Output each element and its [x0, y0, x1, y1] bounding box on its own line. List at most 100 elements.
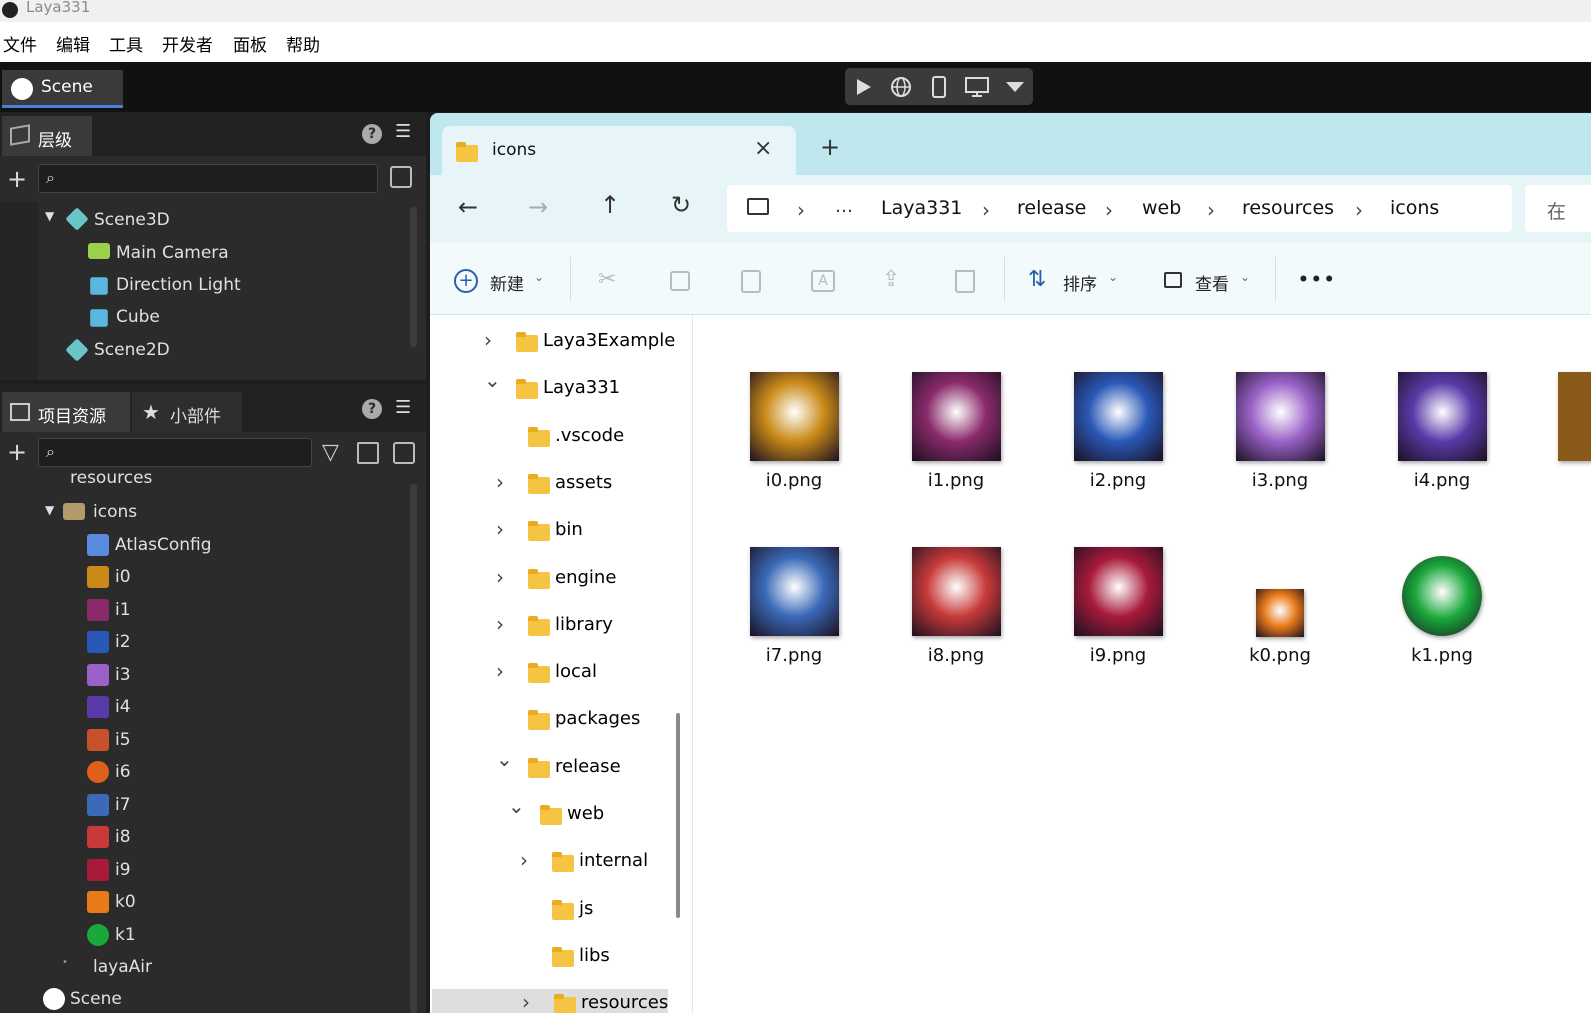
copy-icon[interactable]: [670, 271, 690, 291]
nav-item[interactable]: .vscode: [430, 422, 666, 458]
nav-item[interactable]: › library: [430, 611, 666, 647]
tree-item-main-camera[interactable]: Main Camera: [116, 243, 229, 263]
collapse-icon[interactable]: [390, 166, 412, 188]
tree-item-resources[interactable]: resources: [70, 468, 152, 488]
filter-icon[interactable]: ▽: [322, 440, 339, 465]
view-button[interactable]: 查看: [1195, 270, 1229, 295]
breadcrumb-resources[interactable]: resources: [1242, 197, 1334, 219]
menu-icon[interactable]: ☰: [395, 121, 411, 142]
expand-icon[interactable]: ▼: [45, 209, 54, 223]
chevron-down-icon[interactable]: ⌄: [496, 747, 513, 771]
tree-item-layaair[interactable]: layaAir: [93, 957, 152, 977]
delete-icon[interactable]: [955, 270, 975, 293]
menu-help[interactable]: 帮助: [286, 31, 320, 56]
nav-item[interactable]: js: [430, 895, 666, 931]
paste-icon[interactable]: [741, 270, 761, 293]
help-icon[interactable]: ?: [362, 399, 382, 419]
file-name[interactable]: i2.png: [1058, 470, 1178, 491]
nav-item[interactable]: › bin: [430, 516, 666, 552]
phone-icon[interactable]: [931, 76, 947, 98]
play-icon[interactable]: [853, 77, 873, 97]
asset-item[interactable]: i3: [115, 665, 131, 685]
cut-icon[interactable]: ✂: [598, 267, 616, 292]
search-box[interactable]: 在: [1525, 185, 1591, 232]
forward-icon[interactable]: →: [528, 193, 548, 221]
file-thumbnail[interactable]: [1235, 372, 1325, 461]
file-name[interactable]: i3.png: [1220, 470, 1340, 491]
file-thumbnail[interactable]: [1558, 372, 1591, 461]
hierarchy-search-input[interactable]: ⌕: [38, 164, 378, 193]
menu-file[interactable]: 文件: [3, 31, 37, 56]
file-thumbnail[interactable]: [1256, 589, 1304, 637]
tree-item-scene[interactable]: Scene: [70, 989, 122, 1009]
tab-project-assets[interactable]: 项目资源: [2, 392, 130, 432]
chevron-right-icon[interactable]: ›: [522, 990, 530, 1013]
file-thumbnail[interactable]: [749, 372, 839, 461]
chevron-down-icon[interactable]: [1005, 80, 1025, 94]
chevron-right-icon[interactable]: ›: [496, 517, 504, 541]
asset-item[interactable]: i8: [115, 827, 131, 847]
tree-item-scene3d[interactable]: Scene3D: [94, 210, 170, 230]
explorer-tab-icons[interactable]: icons ×: [442, 126, 796, 175]
tree-item-direction-light[interactable]: Direction Light: [116, 275, 241, 295]
tree-item-cube[interactable]: Cube: [116, 307, 160, 327]
chevron-right-icon[interactable]: ›: [496, 659, 504, 683]
scrollbar[interactable]: [410, 484, 417, 1013]
file-name[interactable]: i0.png: [734, 470, 854, 491]
nav-item[interactable]: › local: [430, 658, 666, 694]
chevron-down-icon[interactable]: ⌄: [484, 368, 501, 392]
nav-item[interactable]: › Laya3Example: [430, 327, 675, 363]
nav-item[interactable]: packages: [430, 705, 666, 741]
new-button[interactable]: 新建: [490, 270, 524, 295]
menu-developer[interactable]: 开发者: [162, 31, 213, 56]
file-thumbnail[interactable]: [911, 547, 1001, 636]
scene-tab[interactable]: Scene: [2, 70, 123, 108]
asset-item[interactable]: i0: [115, 567, 131, 587]
nav-item[interactable]: › resources: [432, 989, 668, 1013]
nav-item[interactable]: › internal: [430, 847, 666, 883]
file-thumbnail[interactable]: [1402, 556, 1482, 636]
help-icon[interactable]: ?: [362, 124, 382, 144]
share-icon[interactable]: ⇪: [882, 267, 900, 292]
chevron-down-icon[interactable]: ⌄: [534, 270, 544, 284]
nav-item[interactable]: › engine: [430, 564, 666, 600]
file-name[interactable]: i9.png: [1058, 645, 1178, 666]
chevron-down-icon[interactable]: ⌄: [1240, 270, 1250, 284]
chevron-right-icon[interactable]: ›: [982, 198, 990, 222]
file-name[interactable]: k0.png: [1220, 645, 1340, 666]
file-name[interactable]: i4.png: [1382, 470, 1502, 491]
asset-item[interactable]: i1: [115, 600, 131, 620]
assets-search-input[interactable]: ⌕: [38, 438, 312, 467]
chevron-right-icon[interactable]: ›: [496, 565, 504, 589]
asset-item[interactable]: i5: [115, 730, 131, 750]
asset-item[interactable]: k0: [115, 892, 136, 912]
file-name[interactable]: i1.png: [896, 470, 1016, 491]
add-icon[interactable]: +: [7, 167, 27, 191]
asset-item[interactable]: i9: [115, 860, 131, 880]
tab-hierarchy[interactable]: 层级: [2, 116, 92, 156]
breadcrumb-overflow[interactable]: …: [835, 196, 853, 217]
chevron-right-icon[interactable]: ›: [484, 328, 492, 352]
back-icon[interactable]: ←: [458, 193, 478, 221]
asset-item[interactable]: i6: [115, 762, 131, 782]
chevron-down-icon[interactable]: ⌄: [508, 794, 525, 818]
sort-button[interactable]: 排序: [1063, 270, 1097, 295]
breadcrumb-release[interactable]: release: [1017, 197, 1086, 219]
chevron-right-icon[interactable]: ›: [520, 848, 528, 872]
tree-item-icons[interactable]: icons: [93, 502, 137, 522]
add-icon[interactable]: +: [7, 440, 27, 464]
chevron-right-icon[interactable]: ›: [496, 612, 504, 636]
monitor-icon[interactable]: [965, 76, 989, 98]
globe-icon[interactable]: [890, 76, 912, 98]
split-view-icon[interactable]: [357, 442, 379, 464]
menu-tools[interactable]: 工具: [109, 31, 143, 56]
nav-item[interactable]: ⌄ release: [430, 747, 666, 789]
chevron-right-icon[interactable]: ›: [797, 198, 805, 222]
file-thumbnail[interactable]: [1073, 372, 1163, 461]
nav-item[interactable]: libs: [430, 942, 666, 978]
scrollbar[interactable]: [410, 207, 417, 347]
file-name[interactable]: k1.png: [1382, 645, 1502, 666]
tab-widgets[interactable]: ★ 小部件: [132, 392, 242, 432]
file-thumbnail[interactable]: [1073, 547, 1163, 636]
tree-item-scene2d[interactable]: Scene2D: [94, 340, 170, 360]
